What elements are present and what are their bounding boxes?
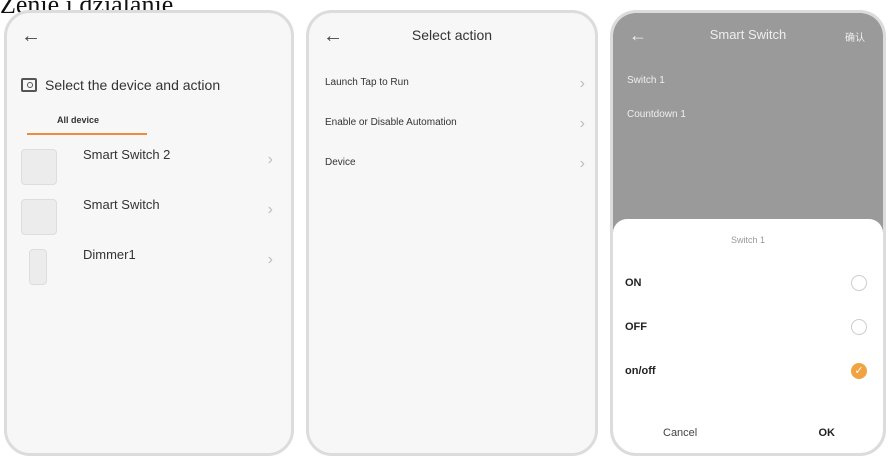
action-launch-tap-to-run[interactable]: Launch Tap to Run › [325,75,585,92]
option-off[interactable]: OFF [625,321,647,333]
action-label: Device [325,157,356,168]
bottom-sheet: Switch 1 ON OFF on/off ✓ Cancel OK [613,219,883,453]
action-enable-disable-automation[interactable]: Enable or Disable Automation › [325,115,585,132]
device-icon [21,78,37,92]
check-icon[interactable]: ✓ [851,363,867,379]
back-arrow-icon[interactable]: ← [21,25,41,48]
radio-off[interactable] [851,319,867,335]
ok-button[interactable]: OK [819,427,836,439]
dimmer-device-image [29,249,47,285]
cancel-button[interactable]: Cancel [663,427,697,439]
select-device-heading: Select the device and action [21,77,220,93]
device-row-dimmer1[interactable]: Dimmer1 › [17,243,287,299]
chevron-right-icon: › [267,251,273,268]
phone-select-action: ← Select action Launch Tap to Run › Enab… [306,10,598,456]
device-name: Dimmer1 [83,247,136,262]
tab-all-device[interactable]: All device [57,115,99,125]
chevron-right-icon: › [579,115,585,132]
switch-1-row[interactable]: Switch 1 [627,75,665,86]
device-name: Smart Switch [83,197,160,212]
select-device-title: Select the device and action [45,77,221,93]
switch-device-image [21,199,57,235]
phone-smart-switch: ← Smart Switch 确认 Switch 1 Countdown 1 S… [610,10,886,456]
chevron-right-icon: › [579,155,585,172]
chevron-right-icon: › [579,75,585,92]
countdown-1-row[interactable]: Countdown 1 [627,109,686,120]
option-on-off[interactable]: on/off [625,365,656,377]
action-label: Launch Tap to Run [325,77,409,88]
device-row-smart-switch[interactable]: Smart Switch › [17,193,287,249]
sheet-title: Switch 1 [730,235,765,245]
action-label: Enable or Disable Automation [325,117,457,128]
tab-underline [27,133,147,135]
radio-on[interactable] [851,275,867,291]
smart-switch-title: Smart Switch [709,27,787,42]
chevron-right-icon: › [267,201,273,218]
chevron-right-icon: › [267,151,273,168]
switch-device-image [21,149,57,185]
confirm-button[interactable]: 确认 [845,29,865,44]
option-on[interactable]: ON [625,277,642,289]
phone-device-select: ← Select the device and action All devic… [4,10,294,456]
device-row-smart-switch-2[interactable]: Smart Switch 2 › [17,143,287,199]
action-device[interactable]: Device › [325,155,585,172]
device-name: Smart Switch 2 [83,147,171,162]
select-action-title: Select action [411,27,493,43]
